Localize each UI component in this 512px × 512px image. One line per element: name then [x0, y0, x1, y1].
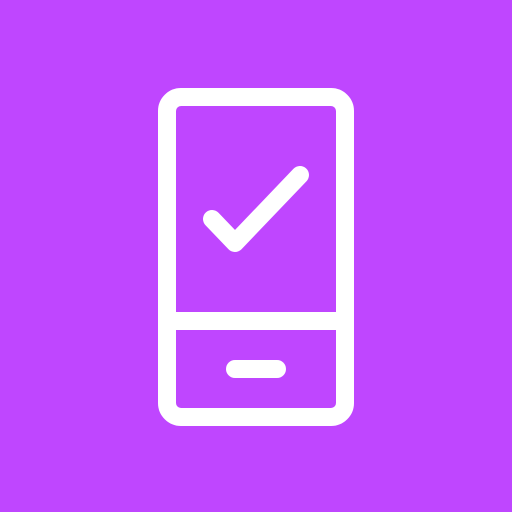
- app-icon: [0, 0, 512, 512]
- phone-check-icon: [0, 0, 512, 512]
- icon-background: [0, 0, 512, 512]
